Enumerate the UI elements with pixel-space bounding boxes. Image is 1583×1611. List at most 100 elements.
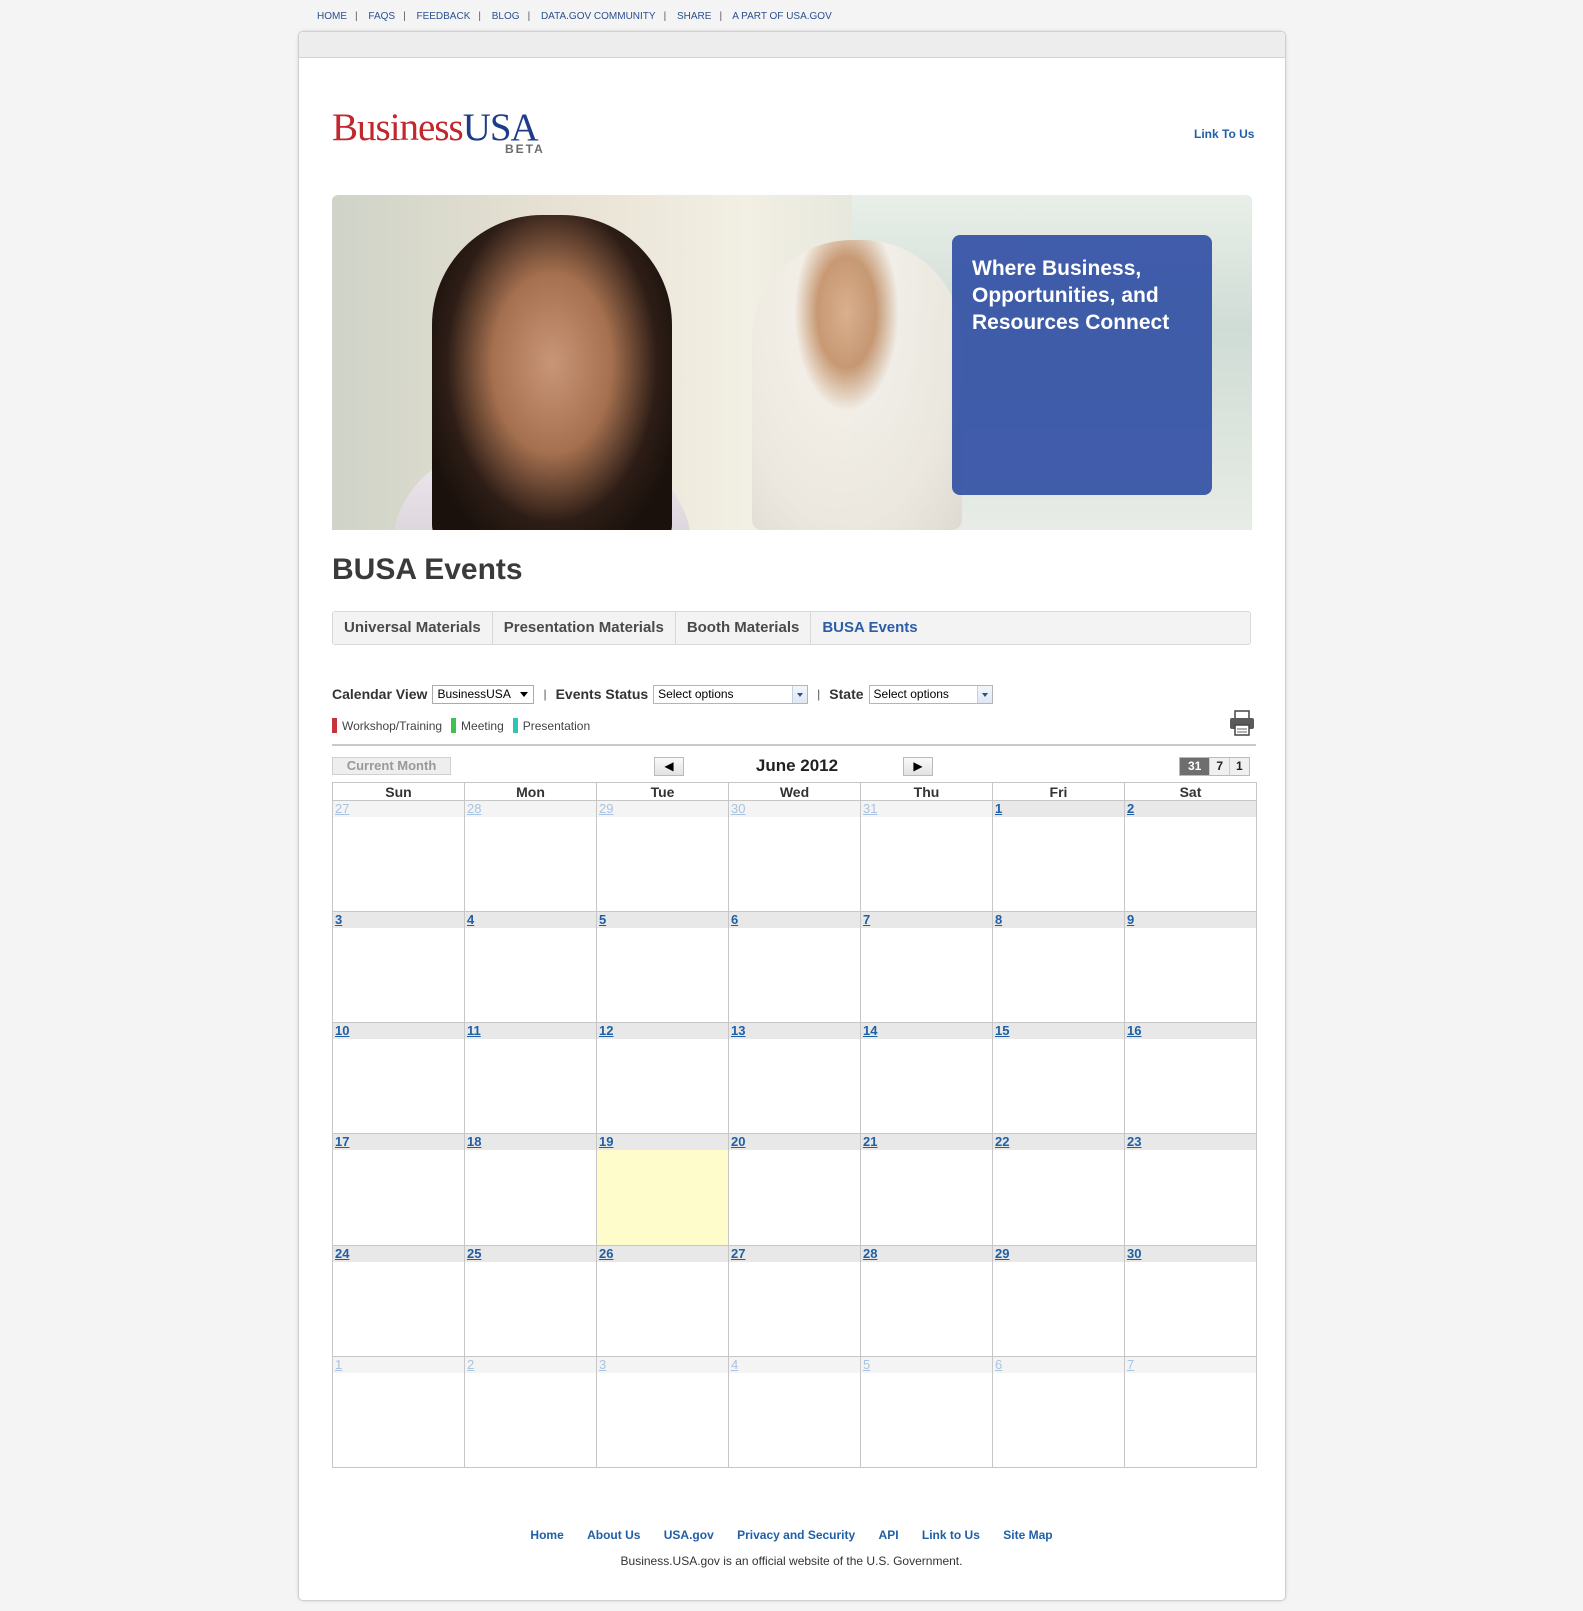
day-link[interactable]: 31: [863, 801, 877, 816]
day-link[interactable]: 12: [599, 1023, 613, 1038]
day-cell[interactable]: 18: [464, 1133, 597, 1246]
day-cell[interactable]: 17: [332, 1133, 465, 1246]
day-link[interactable]: 28: [863, 1246, 877, 1261]
day-cell[interactable]: 8: [992, 911, 1125, 1023]
prev-month-button[interactable]: ◀: [654, 757, 684, 776]
day-cell[interactable]: 6: [728, 911, 861, 1023]
top-nav-blog[interactable]: BLOG: [492, 11, 520, 22]
day-cell-today[interactable]: 19: [596, 1133, 729, 1246]
day-cell[interactable]: 28: [464, 800, 597, 912]
day-cell[interactable]: 7: [1124, 1356, 1257, 1468]
day-link[interactable]: 3: [335, 912, 342, 927]
day-cell[interactable]: 9: [1124, 911, 1257, 1023]
day-cell[interactable]: 30: [728, 800, 861, 912]
top-nav-share[interactable]: SHARE: [677, 11, 711, 22]
day-cell[interactable]: 25: [464, 1245, 597, 1357]
day-cell[interactable]: 30: [1124, 1245, 1257, 1357]
events-status-select[interactable]: Select options: [653, 684, 809, 704]
tab-booth-materials[interactable]: Booth Materials: [676, 612, 812, 644]
day-cell[interactable]: 5: [860, 1356, 993, 1468]
day-link[interactable]: 5: [863, 1357, 870, 1372]
day-cell[interactable]: 27: [332, 800, 465, 912]
footer-link-about-us[interactable]: About Us: [587, 1528, 640, 1542]
day-cell[interactable]: 4: [464, 911, 597, 1023]
day-cell[interactable]: 23: [1124, 1133, 1257, 1246]
day-link[interactable]: 16: [1127, 1023, 1141, 1038]
view-day-button[interactable]: 1: [1229, 758, 1249, 775]
top-nav-home[interactable]: HOME: [317, 11, 347, 22]
day-cell[interactable]: 29: [992, 1245, 1125, 1357]
day-cell[interactable]: 2: [1124, 800, 1257, 912]
day-cell[interactable]: 13: [728, 1022, 861, 1134]
day-cell[interactable]: 24: [332, 1245, 465, 1357]
day-cell[interactable]: 21: [860, 1133, 993, 1246]
tab-busa-events[interactable]: BUSA Events: [811, 612, 928, 644]
day-link[interactable]: 20: [731, 1134, 745, 1149]
footer-link-privacy[interactable]: Privacy and Security: [737, 1528, 855, 1542]
day-cell[interactable]: 27: [728, 1245, 861, 1357]
footer-link-api[interactable]: API: [879, 1528, 899, 1542]
day-cell[interactable]: 3: [332, 911, 465, 1023]
day-cell[interactable]: 10: [332, 1022, 465, 1134]
day-cell[interactable]: 11: [464, 1022, 597, 1134]
day-cell[interactable]: 4: [728, 1356, 861, 1468]
day-cell[interactable]: 14: [860, 1022, 993, 1134]
day-link[interactable]: 6: [731, 912, 738, 927]
current-month-button[interactable]: Current Month: [332, 757, 451, 775]
view-week-button[interactable]: 7: [1209, 758, 1230, 775]
day-link[interactable]: 5: [599, 912, 606, 927]
day-link[interactable]: 21: [863, 1134, 877, 1149]
day-link[interactable]: 9: [1127, 912, 1134, 927]
day-link[interactable]: 30: [731, 801, 745, 816]
day-link[interactable]: 23: [1127, 1134, 1141, 1149]
footer-link-link-to-us[interactable]: Link to Us: [922, 1528, 980, 1542]
day-link[interactable]: 6: [995, 1357, 1002, 1372]
day-link[interactable]: 30: [1127, 1246, 1141, 1261]
day-link[interactable]: 11: [467, 1023, 481, 1038]
day-cell[interactable]: 16: [1124, 1022, 1257, 1134]
day-link[interactable]: 13: [731, 1023, 745, 1038]
day-cell[interactable]: 5: [596, 911, 729, 1023]
day-link[interactable]: 3: [599, 1357, 606, 1372]
state-select[interactable]: Select options: [868, 684, 993, 704]
day-link[interactable]: 7: [1127, 1357, 1134, 1372]
day-link[interactable]: 29: [599, 801, 613, 816]
day-link[interactable]: 15: [995, 1023, 1009, 1038]
day-cell[interactable]: 22: [992, 1133, 1125, 1246]
day-link[interactable]: 22: [995, 1134, 1009, 1149]
top-nav-datagov-community[interactable]: DATA.GOV COMMUNITY: [541, 11, 656, 22]
day-cell[interactable]: 1: [992, 800, 1125, 912]
day-cell[interactable]: 6: [992, 1356, 1125, 1468]
day-cell[interactable]: 28: [860, 1245, 993, 1357]
day-link[interactable]: 1: [995, 801, 1002, 816]
footer-link-site-map[interactable]: Site Map: [1003, 1528, 1052, 1542]
day-link[interactable]: 25: [467, 1246, 481, 1261]
header-link-to-us[interactable]: Link To Us: [1194, 127, 1254, 141]
day-cell[interactable]: 31: [860, 800, 993, 912]
footer-link-home[interactable]: Home: [530, 1528, 563, 1542]
tab-presentation-materials[interactable]: Presentation Materials: [493, 612, 676, 644]
day-link[interactable]: 7: [863, 912, 870, 927]
day-link[interactable]: 28: [467, 801, 481, 816]
day-link[interactable]: 4: [467, 912, 474, 927]
top-nav-usagov[interactable]: A PART OF USA.GOV: [732, 11, 831, 22]
day-cell[interactable]: 7: [860, 911, 993, 1023]
day-cell[interactable]: 2: [464, 1356, 597, 1468]
day-link[interactable]: 14: [863, 1023, 877, 1038]
footer-link-usagov[interactable]: USA.gov: [664, 1528, 714, 1542]
day-link[interactable]: 2: [1127, 801, 1134, 816]
day-link[interactable]: 17: [335, 1134, 349, 1149]
day-link[interactable]: 2: [467, 1357, 474, 1372]
day-link[interactable]: 18: [467, 1134, 481, 1149]
day-link[interactable]: 10: [335, 1023, 349, 1038]
day-link[interactable]: 4: [731, 1357, 738, 1372]
day-link[interactable]: 27: [731, 1246, 745, 1261]
day-cell[interactable]: 3: [596, 1356, 729, 1468]
tab-universal-materials[interactable]: Universal Materials: [333, 612, 493, 644]
calendar-view-select[interactable]: BusinessUSA: [432, 684, 535, 704]
day-cell[interactable]: 15: [992, 1022, 1125, 1134]
printer-icon[interactable]: [1228, 710, 1256, 736]
day-cell[interactable]: 26: [596, 1245, 729, 1357]
day-cell[interactable]: 12: [596, 1022, 729, 1134]
day-cell[interactable]: 1: [332, 1356, 465, 1468]
